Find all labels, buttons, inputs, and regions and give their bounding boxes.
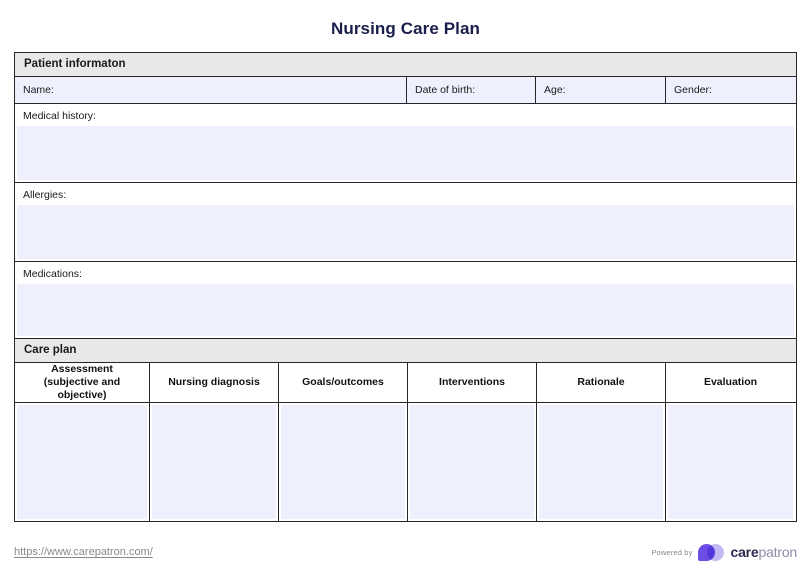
block-medications: Medications: bbox=[15, 262, 796, 339]
cell-evaluation bbox=[666, 403, 795, 521]
carepatron-branding: Powered by carepatron bbox=[651, 543, 797, 561]
column-header-evaluation: Evaluation bbox=[703, 375, 758, 388]
section-header-care-plan: Care plan bbox=[15, 339, 796, 363]
page-title: Nursing Care Plan bbox=[330, 19, 481, 38]
cell-interventions bbox=[408, 403, 537, 521]
field-gender[interactable]: Gender: bbox=[666, 77, 796, 103]
column-header-assessment: Assessment (subjective and objective) bbox=[15, 363, 150, 402]
label-allergies: Allergies: bbox=[15, 183, 796, 205]
input-rationale[interactable] bbox=[539, 405, 663, 519]
field-date-of-birth[interactable]: Date of birth: bbox=[407, 77, 536, 103]
column-header-goals-outcomes: Goals/outcomes bbox=[279, 363, 408, 402]
care-plan-body-row bbox=[15, 403, 796, 521]
carepatron-logo-icon bbox=[698, 543, 725, 561]
field-name[interactable]: Name: bbox=[15, 77, 407, 103]
cell-nursing-diagnosis bbox=[150, 403, 279, 521]
section-header-patient-information: Patient informaton bbox=[15, 53, 796, 77]
input-medical-history[interactable] bbox=[17, 126, 794, 180]
wordmark-care: care bbox=[730, 544, 759, 560]
care-plan-header-row: Assessment (subjective and objective) Nu… bbox=[15, 363, 796, 403]
label-medical-history: Medical history: bbox=[15, 104, 796, 126]
cell-rationale bbox=[537, 403, 666, 521]
patient-identity-row: Name: Date of birth: Age: Gender: bbox=[15, 77, 796, 104]
input-assessment[interactable] bbox=[17, 405, 147, 519]
input-nursing-diagnosis[interactable] bbox=[152, 405, 276, 519]
carepatron-wordmark: carepatron bbox=[730, 544, 797, 560]
column-header-nursing-diagnosis: Nursing diagnosis bbox=[150, 363, 279, 402]
input-allergies[interactable] bbox=[17, 205, 794, 259]
powered-by-label: Powered by bbox=[651, 547, 693, 557]
label-medications: Medications: bbox=[15, 262, 796, 284]
input-interventions[interactable] bbox=[410, 405, 534, 519]
cell-goals-outcomes bbox=[279, 403, 408, 521]
nursing-care-plan-page: Nursing Care Plan Patient informaton Nam… bbox=[0, 0, 811, 573]
block-medical-history: Medical history: bbox=[15, 104, 796, 183]
column-header-assessment-line1: Assessment bbox=[51, 362, 113, 375]
care-plan-form: Patient informaton Name: Date of birth: … bbox=[14, 52, 797, 522]
input-goals-outcomes[interactable] bbox=[281, 405, 405, 519]
block-allergies: Allergies: bbox=[15, 183, 796, 262]
input-medications[interactable] bbox=[17, 284, 794, 336]
cell-assessment bbox=[15, 403, 150, 521]
input-evaluation[interactable] bbox=[668, 405, 793, 519]
wordmark-patron: patron bbox=[758, 544, 798, 560]
field-age[interactable]: Age: bbox=[536, 77, 666, 103]
column-header-rationale: Rationale bbox=[537, 363, 666, 402]
column-header-interventions: Interventions bbox=[408, 363, 537, 402]
column-header-assessment-line2: (subjective and objective) bbox=[43, 375, 121, 402]
carepatron-url-link[interactable]: https://www.carepatron.com/ bbox=[14, 546, 153, 558]
logo-blob-light bbox=[707, 543, 725, 561]
page-footer: https://www.carepatron.com/ Powered by c… bbox=[14, 539, 797, 565]
